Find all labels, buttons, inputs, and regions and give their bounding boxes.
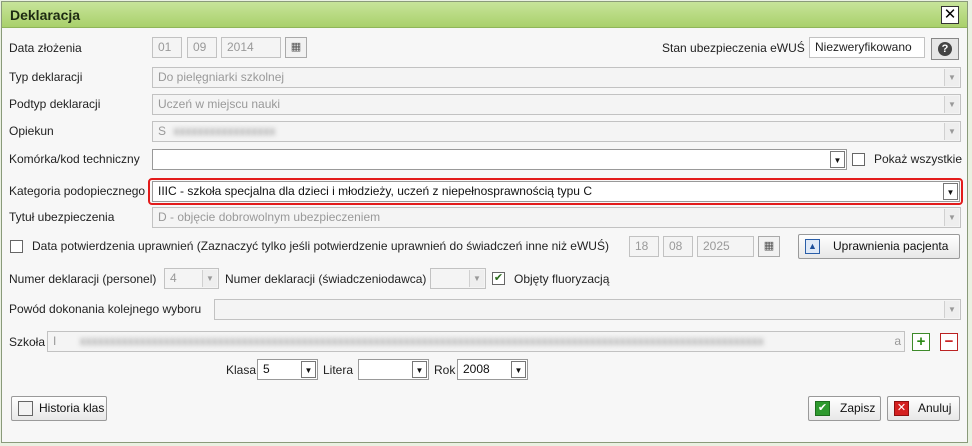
chevron-down-icon: ▼	[511, 361, 526, 378]
fluoridation-checkbox[interactable]: ✔	[492, 272, 505, 285]
plus-icon: +	[916, 333, 926, 350]
ewus-help-button[interactable]: ?	[931, 38, 959, 60]
chevron-down-icon: ▼	[830, 151, 845, 168]
class-value: 5	[263, 362, 270, 376]
insurance-select[interactable]: D - objęcie dobrowolnym ubezpieczeniem ▼	[152, 207, 961, 228]
letter-select[interactable]: ▼	[358, 359, 429, 380]
date-label: Data złożenia	[9, 41, 82, 55]
arrow-up-icon: ▲	[805, 239, 820, 254]
school-suffix: a	[894, 334, 901, 348]
class-label: Klasa	[226, 363, 257, 377]
check-icon: ✔	[815, 401, 830, 416]
fluoridation-label: Objęty fluoryzacją	[514, 272, 610, 286]
remove-school-button[interactable]: −	[940, 333, 958, 351]
save-button[interactable]: ✔ Zapisz	[808, 396, 881, 421]
unit-label: Komórka/kod techniczny	[9, 152, 140, 166]
chevron-down-icon: ▼	[944, 301, 959, 318]
cancel-label: Anuluj	[918, 401, 952, 415]
patient-rights-button[interactable]: ▲ Uprawnienia pacjenta	[798, 234, 960, 259]
confirmation-calendar-button[interactable]: ▦	[758, 236, 780, 257]
provider-number-select[interactable]: ▼	[430, 268, 486, 289]
chevron-down-icon: ▼	[202, 270, 217, 287]
guardian-select[interactable]: S xxxxxxxxxxxxxxxxx ▼	[152, 121, 961, 142]
cancel-icon: ✕	[894, 401, 909, 416]
category-label: Kategoria podopiecznego	[9, 184, 146, 198]
year-value: 2008	[463, 362, 490, 376]
staff-number-select[interactable]: 4 ▼	[164, 268, 219, 289]
reason-select[interactable]: ▼	[214, 299, 961, 320]
date-month-field[interactable]: 09	[187, 37, 217, 58]
school-redacted: xxxxxxxxxxxxxxxxxxxxxxxxxxxxxxxxxxxxxxxx…	[79, 334, 764, 348]
category-value: IIIC - szkoła specjalna dla dzieci i mło…	[158, 184, 592, 198]
school-label: Szkoła	[9, 335, 46, 349]
school-value: I	[53, 334, 57, 348]
ewus-status-field: Niezweryfikowano	[809, 37, 925, 58]
insurance-value: D - objęcie dobrowolnym ubezpieczeniem	[158, 210, 381, 224]
cancel-button[interactable]: ✕ Anuluj	[887, 396, 960, 421]
subtype-select[interactable]: Uczeń w miejscu nauki ▼	[152, 94, 961, 115]
chevron-down-icon: ▼	[301, 361, 316, 378]
class-history-label: Historia klas	[39, 401, 105, 415]
school-field[interactable]: I xxxxxxxxxxxxxxxxxxxxxxxxxxxxxxxxxxxxxx…	[47, 331, 905, 352]
confirmation-label: Data potwierdzenia uprawnień (Zaznaczyć …	[32, 239, 609, 253]
show-all-label: Pokaż wszystkie	[874, 152, 963, 166]
class-select[interactable]: 5 ▼	[257, 359, 318, 380]
letter-label: Litera	[323, 363, 354, 377]
date-day-field[interactable]: 01	[152, 37, 182, 58]
chevron-down-icon: ▼	[469, 270, 484, 287]
confirmation-day-field[interactable]: 18	[629, 236, 659, 257]
guardian-redacted: xxxxxxxxxxxxxxxxx	[173, 124, 276, 138]
calendar-icon: ▦	[290, 41, 302, 53]
chevron-down-icon: ▼	[944, 96, 959, 113]
confirmation-month-field[interactable]: 08	[663, 236, 693, 257]
year-select[interactable]: 2008 ▼	[457, 359, 528, 380]
calendar-icon: ▦	[763, 240, 775, 252]
confirmation-year-field[interactable]: 2025	[697, 236, 754, 257]
reason-label: Powód dokonania kolejnego wyboru	[9, 302, 202, 316]
subtype-value: Uczeń w miejscu nauki	[158, 97, 281, 111]
class-history-button[interactable]: Historia klas	[11, 396, 107, 421]
provider-number-label: Numer deklaracji (świadczeniodawca)	[225, 272, 427, 286]
save-label: Zapisz	[840, 401, 876, 415]
unit-select[interactable]: ▼	[152, 149, 847, 170]
staff-number-label: Numer deklaracji (personel)	[9, 272, 157, 286]
type-label: Typ deklaracji	[9, 70, 83, 84]
type-select[interactable]: Do pielęgniarki szkolnej ▼	[152, 67, 961, 88]
chevron-down-icon: ▼	[412, 361, 427, 378]
confirmation-checkbox[interactable]	[10, 240, 23, 253]
chevron-down-icon: ▼	[944, 69, 959, 86]
staff-number-value: 4	[170, 271, 177, 285]
dialog-title: Deklaracja	[10, 7, 81, 23]
close-button[interactable]: ✕	[941, 6, 959, 24]
insurance-label: Tytuł ubezpieczenia	[9, 210, 115, 224]
guardian-label: Opiekun	[9, 124, 54, 138]
chevron-down-icon: ▼	[944, 123, 959, 140]
chevron-down-icon: ▼	[943, 183, 958, 200]
ewus-label: Stan ubezpieczenia eWUŚ	[662, 41, 805, 55]
declaration-dialog: Deklaracja ✕ Data złożenia 01 09 2014 ▦ …	[1, 1, 968, 443]
patient-rights-label: Uprawnienia pacjenta	[833, 239, 949, 253]
type-value: Do pielęgniarki szkolnej	[158, 70, 285, 84]
subtype-label: Podtyp deklaracji	[9, 97, 101, 111]
document-edit-icon	[18, 401, 33, 416]
date-year-field[interactable]: 2014	[221, 37, 281, 58]
year-label: Rok	[434, 363, 456, 377]
help-icon: ?	[938, 42, 952, 56]
chevron-down-icon: ▼	[944, 209, 959, 226]
add-school-button[interactable]: +	[912, 333, 930, 351]
guardian-value: S	[158, 124, 167, 138]
minus-icon: −	[944, 333, 954, 350]
title-bar: Deklaracja ✕	[2, 2, 967, 28]
date-calendar-button[interactable]: ▦	[285, 37, 307, 58]
category-select[interactable]: IIIC - szkoła specjalna dla dzieci i mło…	[152, 181, 960, 202]
close-icon: ✕	[943, 6, 957, 23]
show-all-checkbox[interactable]	[852, 153, 865, 166]
